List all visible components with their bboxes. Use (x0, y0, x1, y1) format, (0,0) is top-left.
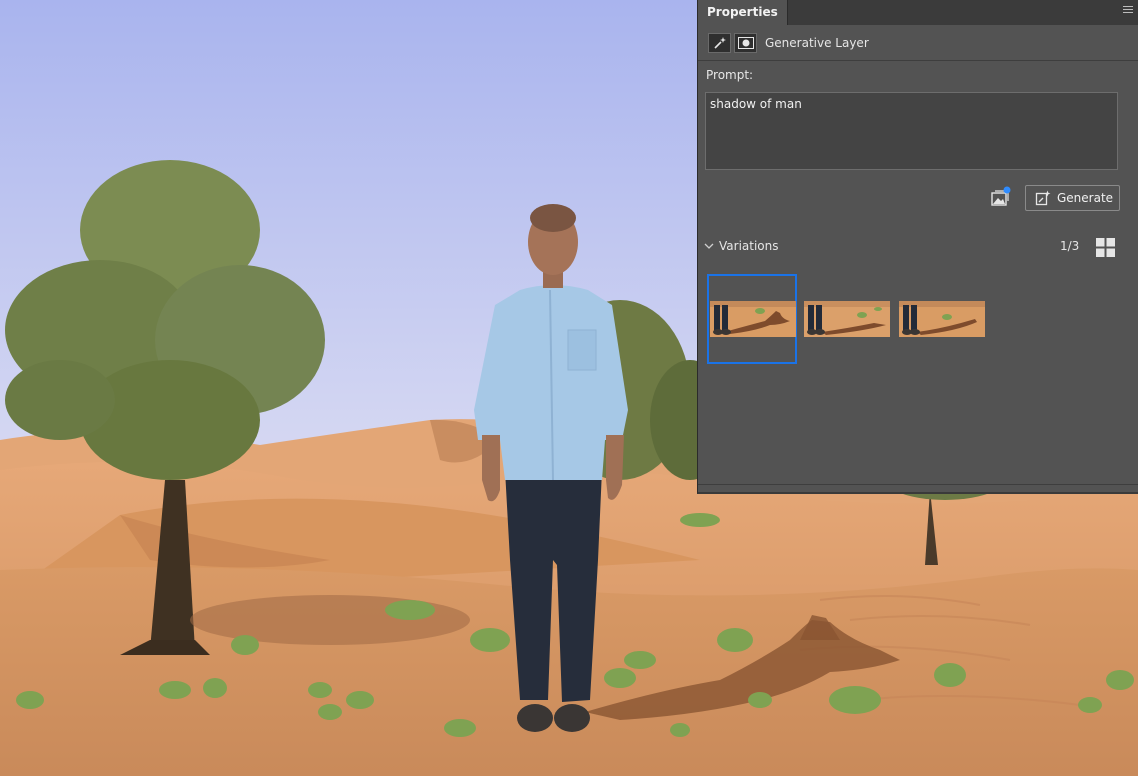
layer-mask-icon[interactable] (734, 33, 757, 53)
generate-button[interactable]: Generate (1025, 185, 1120, 211)
panel-tab-bar: Properties (698, 0, 1138, 25)
layer-type-row: Generative Layer (708, 33, 869, 53)
prompt-input[interactable]: shadow of man (705, 92, 1118, 170)
divider (698, 484, 1138, 485)
variation-thumbnail-1[interactable] (710, 301, 796, 337)
generative-fill-icon[interactable] (708, 33, 731, 53)
properties-panel: Properties Generative Layer Prompt: shad… (697, 0, 1138, 494)
chevron-down-icon (704, 243, 714, 249)
variations-label: Variations (719, 239, 779, 253)
divider (698, 60, 1138, 61)
reference-image-icon[interactable] (990, 186, 1012, 208)
generate-label: Generate (1057, 191, 1114, 205)
prompt-label: Prompt: (706, 68, 754, 82)
variation-counter: 1/3 (1060, 239, 1080, 253)
variation-thumbnail-2[interactable] (804, 301, 890, 337)
layer-type-label: Generative Layer (765, 36, 869, 50)
variation-thumbnail-3[interactable] (899, 301, 985, 337)
variations-section-toggle[interactable]: Variations (704, 236, 779, 256)
generate-sparkle-icon (1035, 190, 1051, 206)
panel-menu-icon[interactable] (1123, 6, 1133, 18)
tab-properties[interactable]: Properties (698, 0, 788, 25)
grid-view-icon[interactable] (1095, 237, 1116, 258)
